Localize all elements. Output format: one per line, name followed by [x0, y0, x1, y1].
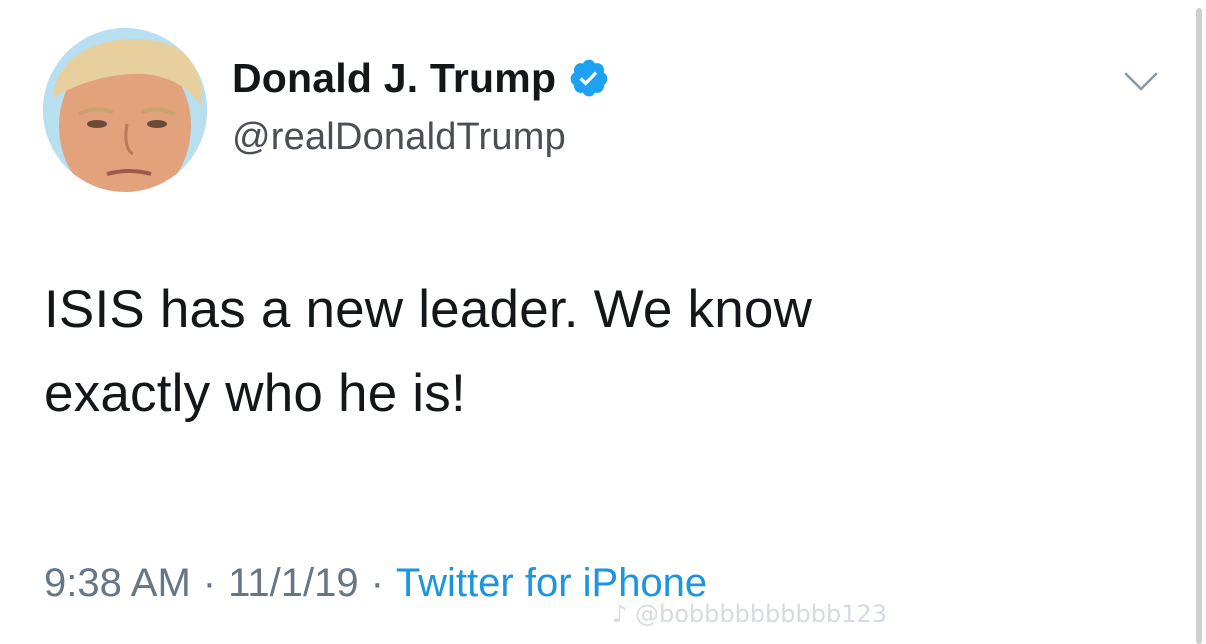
tweet-card: Donald J. Trump @realDonaldTrump ISIS ha…: [0, 0, 1206, 644]
tweet-meta: 9:38 AM · 11/1/19 · Twitter for iPhone: [44, 558, 707, 608]
name-row: Donald J. Trump: [232, 54, 610, 102]
watermark-text: @bobbbbbbbbbb123: [634, 600, 888, 628]
verified-badge-icon: [568, 57, 610, 99]
chevron-down-icon[interactable]: [1120, 66, 1162, 98]
tweet-text-line: exactly who he is!: [44, 364, 466, 423]
tweet-time[interactable]: 9:38 AM: [44, 561, 191, 605]
meta-separator: ·: [370, 561, 384, 605]
tiktok-logo-icon: ♪: [612, 600, 628, 628]
tweet-date[interactable]: 11/1/19: [228, 561, 359, 605]
meta-separator: ·: [202, 561, 217, 605]
watermark: ♪ @bobbbbbbbbbb123: [612, 600, 887, 628]
avatar-image: [43, 28, 207, 192]
tweet-text: ISIS has a new leader. We know exactly w…: [44, 268, 1124, 436]
tweet-text-line: ISIS has a new leader. We know: [44, 280, 813, 339]
tweet-source-link[interactable]: Twitter for iPhone: [396, 561, 707, 605]
scrollbar-thumb[interactable]: [1196, 8, 1202, 644]
user-handle[interactable]: @realDonaldTrump: [232, 114, 566, 160]
display-name[interactable]: Donald J. Trump: [232, 54, 556, 102]
avatar[interactable]: [43, 28, 207, 192]
